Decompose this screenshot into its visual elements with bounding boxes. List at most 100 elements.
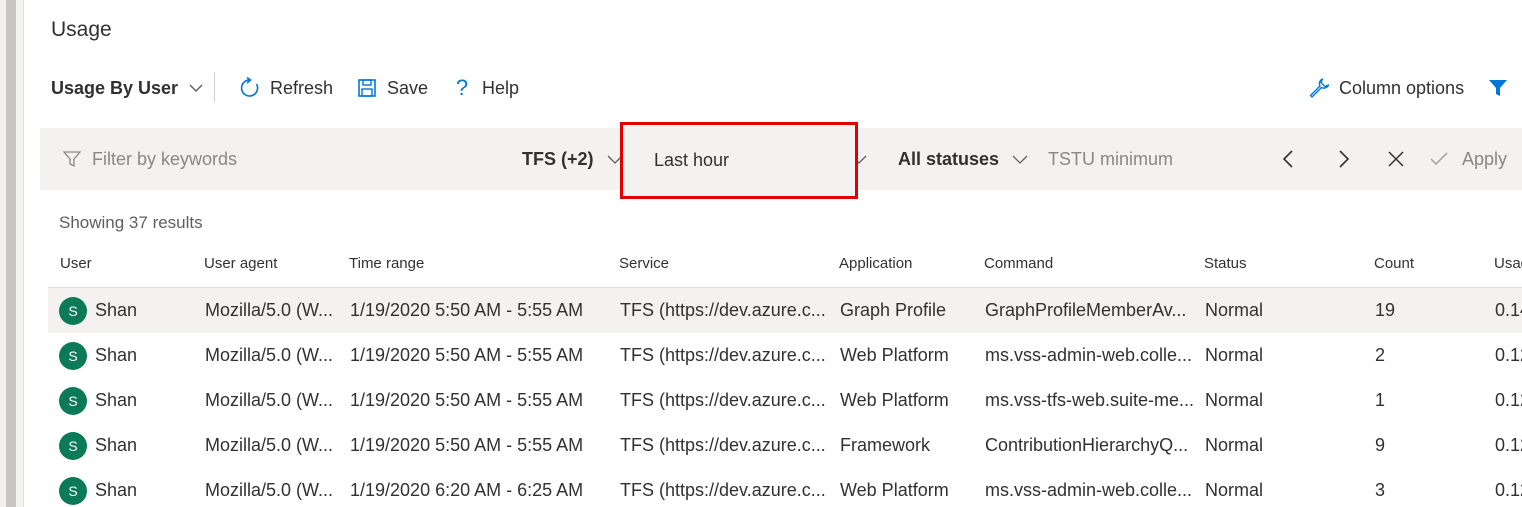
column-header-count[interactable]: Count xyxy=(1374,255,1414,272)
user-cell: S Shan xyxy=(59,333,137,378)
status-cell: Normal xyxy=(1205,390,1264,410)
save-button[interactable]: Save xyxy=(355,70,428,106)
chevron-left-icon[interactable] xyxy=(1280,128,1298,190)
help-label: Help xyxy=(482,77,520,98)
service-cell: TFS (https://dev.azure.c... xyxy=(620,345,826,365)
toolbar-separator xyxy=(214,72,215,102)
chevron-down-icon xyxy=(184,76,208,100)
wrench-icon xyxy=(1307,76,1331,100)
toolbar: Usage By User Refresh Save ? Help Column… xyxy=(51,70,1511,106)
user-agent-cell: Mozilla/5.0 (W... xyxy=(205,300,334,320)
count-cell: 19 xyxy=(1375,300,1396,320)
service-filter-value: TFS (+2) xyxy=(522,148,594,169)
command-cell: ms.vss-admin-web.colle... xyxy=(985,480,1193,500)
checkmark-icon xyxy=(1430,151,1448,167)
funnel-outline-icon xyxy=(62,149,82,169)
time-range-cell: 1/19/2020 5:50 AM - 5:55 AM xyxy=(350,435,584,455)
avatar: S xyxy=(59,386,87,415)
service-cell: TFS (https://dev.azure.c... xyxy=(620,390,826,410)
keyword-filter-placeholder: Filter by keywords xyxy=(92,148,238,169)
column-options-label: Column options xyxy=(1339,77,1465,98)
table-row[interactable]: S Shan Mozilla/5.0 (W... 1/19/2020 5:50 A… xyxy=(48,288,1522,333)
service-cell: TFS (https://dev.azure.c... xyxy=(620,300,826,320)
service-filter-dropdown[interactable]: TFS (+2) xyxy=(522,128,624,190)
view-selector-label: Usage By User xyxy=(51,77,179,98)
user-name: Shan xyxy=(95,300,138,320)
status-filter-value: All statuses xyxy=(898,148,1000,169)
usage-cell: 0.12 xyxy=(1495,390,1522,410)
column-header-status[interactable]: Status xyxy=(1204,255,1247,272)
time-range-filter-highlight[interactable]: Last hour xyxy=(620,122,858,199)
column-header-command[interactable]: Command xyxy=(984,255,1053,272)
column-header-user-agent[interactable]: User agent xyxy=(204,255,277,272)
user-cell: S Shan xyxy=(59,423,137,468)
column-header-user[interactable]: User xyxy=(60,255,92,272)
filter-icon xyxy=(1486,76,1510,100)
application-cell: Web Platform xyxy=(840,345,949,365)
status-cell: Normal xyxy=(1205,300,1264,320)
chevron-down-icon xyxy=(1011,150,1029,168)
close-icon[interactable] xyxy=(1387,128,1405,190)
help-button[interactable]: ? Help xyxy=(450,70,519,106)
avatar: S xyxy=(59,341,87,370)
application-cell: Framework xyxy=(840,435,931,455)
time-range-cell: 1/19/2020 6:20 AM - 6:25 AM xyxy=(350,480,584,500)
keyword-filter[interactable]: Filter by keywords xyxy=(62,128,237,190)
user-cell: S Shan xyxy=(59,288,137,333)
apply-button[interactable]: Apply xyxy=(1430,128,1507,190)
help-icon: ? xyxy=(455,75,469,100)
user-agent-cell: Mozilla/5.0 (W... xyxy=(205,345,334,365)
avatar: S xyxy=(59,431,87,460)
table-row[interactable]: S Shan Mozilla/5.0 (W... 1/19/2020 5:50 A… xyxy=(48,423,1522,468)
filter-toggle-button[interactable] xyxy=(1486,70,1518,106)
table-row[interactable]: S Shan Mozilla/5.0 (W... 1/19/2020 6:20 A… xyxy=(48,468,1522,507)
table-row[interactable]: S Shan Mozilla/5.0 (W... 1/19/2020 5:50 A… xyxy=(48,333,1522,378)
time-range-cell: 1/19/2020 5:50 AM - 5:55 AM xyxy=(350,300,584,320)
column-options-button[interactable]: Column options xyxy=(1307,70,1464,106)
left-scrollbar[interactable] xyxy=(0,0,24,507)
table-row[interactable]: S Shan Mozilla/5.0 (W... 1/19/2020 5:50 A… xyxy=(48,378,1522,423)
usage-cell: 0.12 xyxy=(1495,480,1522,500)
user-agent-cell: Mozilla/5.0 (W... xyxy=(205,435,334,455)
column-header-application[interactable]: Application xyxy=(839,255,912,272)
time-range-filter-value: Last hour xyxy=(654,150,730,170)
user-name: Shan xyxy=(95,480,138,500)
column-header-service[interactable]: Service xyxy=(619,255,669,272)
command-cell: ContributionHierarchyQ... xyxy=(985,435,1189,455)
service-cell: TFS (https://dev.azure.c... xyxy=(620,480,826,500)
user-name: Shan xyxy=(95,435,138,455)
user-cell: S Shan xyxy=(59,468,137,507)
view-selector[interactable]: Usage By User xyxy=(51,70,208,106)
time-range-cell: 1/19/2020 5:50 AM - 5:55 AM xyxy=(350,390,584,410)
count-cell: 2 xyxy=(1375,345,1386,365)
refresh-icon xyxy=(238,76,262,100)
column-header-usage[interactable]: Usag xyxy=(1494,255,1522,272)
application-cell: Graph Profile xyxy=(840,300,947,320)
command-cell: ms.vss-tfs-web.suite-me... xyxy=(985,390,1195,410)
refresh-label: Refresh xyxy=(270,77,334,98)
apply-label: Apply xyxy=(1462,148,1508,169)
application-cell: Web Platform xyxy=(840,390,949,410)
count-cell: 1 xyxy=(1375,390,1386,410)
user-agent-cell: Mozilla/5.0 (W... xyxy=(205,390,334,410)
refresh-button[interactable]: Refresh xyxy=(238,70,333,106)
usage-cell: 0.12 xyxy=(1495,435,1522,455)
application-cell: Web Platform xyxy=(840,480,949,500)
service-cell: TFS (https://dev.azure.c... xyxy=(620,435,826,455)
page-title: Usage xyxy=(51,18,112,41)
time-range-cell: 1/19/2020 5:50 AM - 5:55 AM xyxy=(350,345,584,365)
column-header-time-range[interactable]: Time range xyxy=(349,255,424,272)
tstu-minimum-input[interactable]: TSTU minimum xyxy=(1048,128,1173,190)
chevron-right-icon[interactable] xyxy=(1334,128,1352,190)
user-agent-cell: Mozilla/5.0 (W... xyxy=(205,480,334,500)
usage-cell: 0.12 xyxy=(1495,345,1522,365)
user-name: Shan xyxy=(95,345,138,365)
avatar: S xyxy=(59,296,87,325)
status-filter-dropdown[interactable]: All statuses xyxy=(898,128,1029,190)
user-cell: S Shan xyxy=(59,378,137,423)
command-cell: GraphProfileMemberAv... xyxy=(985,300,1187,320)
user-name: Shan xyxy=(95,390,138,410)
command-cell: ms.vss-admin-web.colle... xyxy=(985,345,1193,365)
scrollbar-thumb[interactable] xyxy=(6,0,16,507)
save-label: Save xyxy=(387,77,429,98)
